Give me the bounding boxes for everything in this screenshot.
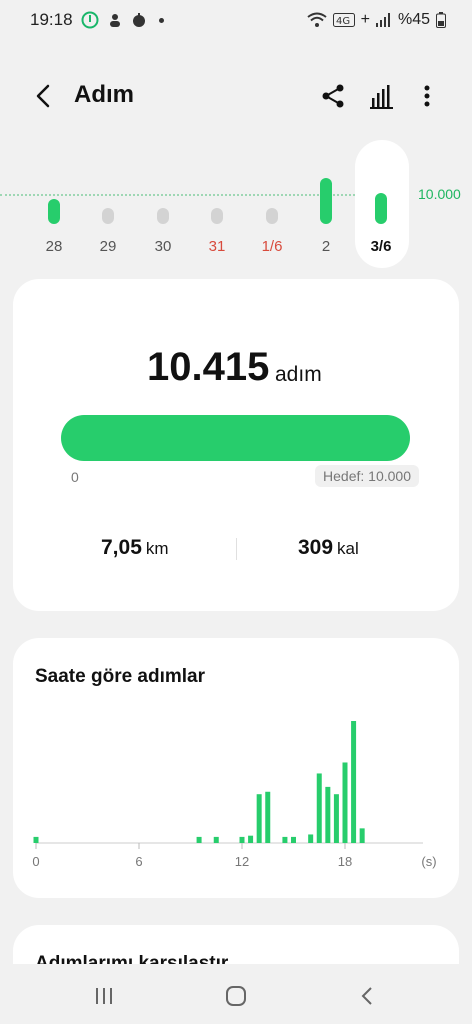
day-bar-29[interactable] xyxy=(102,208,114,224)
step-unit: adım xyxy=(275,363,322,386)
hour-bar xyxy=(308,834,314,843)
steps-summary-card: 10.415 adım 0 Hedef: 10.000 7,05 km 309 ka… xyxy=(13,279,459,611)
app-bar: Adım xyxy=(0,70,472,122)
day-label[interactable]: 7 xyxy=(0,238,14,255)
goal-target-label: Hedef: 10.000 xyxy=(315,465,419,487)
daily-steps-strip[interactable]: 10.000 7 28 29 30 31 1/6 2 3/6 xyxy=(0,140,472,268)
hour-bar xyxy=(325,786,331,843)
home-icon[interactable] xyxy=(224,984,248,1008)
back-nav-icon[interactable] xyxy=(356,984,380,1008)
step-count: 10.415 xyxy=(147,345,270,389)
battery-icon xyxy=(436,12,446,28)
more-vert-icon[interactable] xyxy=(412,81,442,111)
status-bar: 19:18 4G + %45 xyxy=(0,0,472,40)
stat-divider xyxy=(236,538,237,560)
distance-value: 7,05 xyxy=(101,536,142,559)
hour-bar xyxy=(342,762,348,843)
calories-unit: kal xyxy=(337,539,359,558)
day-label[interactable]: 2 xyxy=(306,238,346,255)
day-label[interactable]: 30 xyxy=(143,238,183,255)
battery-percent: %45 xyxy=(397,11,430,28)
calories-stat: 309 kal xyxy=(298,536,359,560)
navigation-bar xyxy=(0,964,472,1024)
volte-icon: 4G xyxy=(332,13,355,27)
distance-unit: km xyxy=(145,539,169,558)
hour-bar xyxy=(196,836,202,843)
distance-stat: 7,05 km xyxy=(101,536,169,560)
hour-bar xyxy=(213,836,219,843)
notification-icon xyxy=(109,14,120,27)
hourly-steps-card[interactable]: Saate göre adımlar 0 6 12 18 (s) xyxy=(13,638,459,898)
goal-progress-bar xyxy=(61,415,410,461)
hour-bar xyxy=(239,836,245,843)
page-title: Adım xyxy=(74,81,134,108)
goal-line xyxy=(0,194,355,196)
day-bar-1-6[interactable] xyxy=(266,208,278,224)
day-bar-31[interactable] xyxy=(211,208,223,224)
day-bar-2[interactable] xyxy=(320,177,332,224)
x-tick-label: 6 xyxy=(135,854,142,869)
day-label[interactable]: 1/6 xyxy=(252,238,292,255)
calories-value: 309 xyxy=(298,536,334,559)
x-tick-label: 0 xyxy=(32,854,39,869)
notification-icon-2 xyxy=(132,13,145,27)
day-bar-3-6[interactable] xyxy=(375,192,387,224)
x-tick-label: (s) xyxy=(421,854,436,869)
svg-text:4G: 4G xyxy=(336,16,350,27)
hour-bar xyxy=(282,836,288,843)
hour-bar xyxy=(316,773,322,843)
goal-label: 10.000 xyxy=(418,186,461,202)
day-label[interactable]: 3/6 xyxy=(361,238,401,255)
progress-start-label: 0 xyxy=(71,469,79,485)
hour-bar xyxy=(33,836,39,843)
hour-bar xyxy=(359,828,365,843)
x-tick-label: 18 xyxy=(338,854,352,869)
signal-icon xyxy=(375,13,390,27)
hour-bar xyxy=(351,721,357,843)
hour-bar xyxy=(248,835,254,843)
hour-bar xyxy=(291,836,296,843)
day-label[interactable]: 29 xyxy=(88,238,128,255)
hour-bar xyxy=(333,794,339,843)
more-notifications-dot xyxy=(158,17,164,23)
x-tick-label: 12 xyxy=(235,854,249,869)
hourly-steps-chart: 0 6 12 18 (s) xyxy=(32,721,437,869)
recent-apps-icon[interactable] xyxy=(92,984,116,1008)
status-time: 19:18 xyxy=(30,10,73,29)
wifi-icon xyxy=(307,12,327,27)
day-label[interactable]: 31 xyxy=(197,238,237,255)
share-icon[interactable] xyxy=(318,81,348,111)
back-arrow-icon[interactable] xyxy=(30,82,58,110)
hour-bar xyxy=(265,791,271,843)
hour-bar xyxy=(256,794,262,843)
network-plus: + xyxy=(360,11,370,28)
day-label[interactable]: 28 xyxy=(34,238,74,255)
day-bar-28[interactable] xyxy=(48,198,60,224)
bar-chart-icon[interactable] xyxy=(367,81,397,111)
app-notification-icon xyxy=(81,11,99,29)
day-bar-30[interactable] xyxy=(157,208,169,224)
